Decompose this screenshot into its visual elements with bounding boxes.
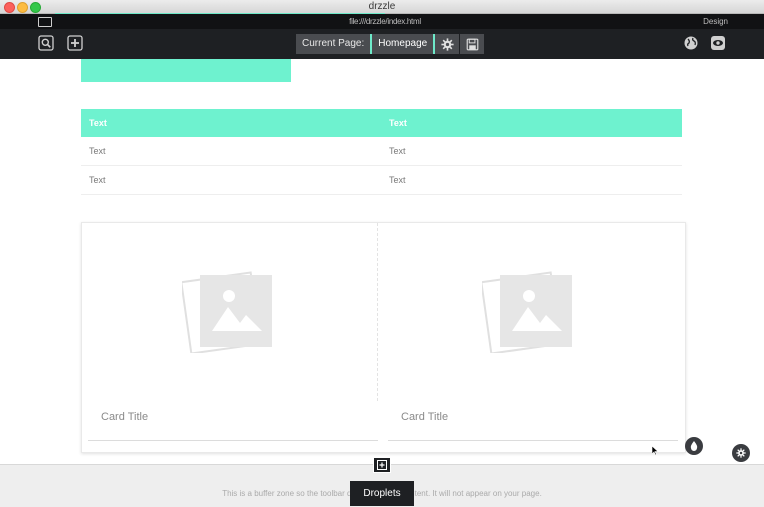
globe-icon[interactable] xyxy=(683,35,699,51)
current-page-label: Current Page: xyxy=(296,34,371,54)
hero-accent-block[interactable] xyxy=(81,59,291,82)
add-page-icon[interactable] xyxy=(67,35,83,51)
zoom-icon[interactable] xyxy=(38,35,54,51)
current-page-selector[interactable]: Homepage xyxy=(372,34,434,54)
add-element-button[interactable] xyxy=(373,457,391,473)
info-strip: file:///drzzle/index.html Design xyxy=(0,14,764,29)
window-titlebar: drzzle xyxy=(0,0,764,14)
table-cell: Text xyxy=(81,165,381,195)
table-row: Text Text xyxy=(81,165,682,195)
card-title: Card Title xyxy=(101,411,149,423)
data-table[interactable]: Text Text Text Text Text Text xyxy=(81,109,682,195)
table-cell: Text xyxy=(381,165,682,195)
image-placeholder-icon xyxy=(482,271,572,353)
window-title: drzzle xyxy=(368,1,396,12)
table-header-row: Text Text xyxy=(81,109,682,137)
droplet-icon xyxy=(690,441,698,451)
plus-icon xyxy=(377,460,387,470)
table-row: Text Text xyxy=(81,137,682,166)
card-divider xyxy=(88,440,378,441)
card[interactable]: Card Title xyxy=(82,223,378,441)
table-cell: Text xyxy=(381,137,682,166)
cards-section[interactable]: Card Title Card Title xyxy=(81,222,686,453)
card-title: Card Title xyxy=(401,411,449,423)
table-cell: Text xyxy=(81,137,381,166)
strip-right-text: Design xyxy=(703,17,728,26)
card-divider xyxy=(388,440,678,441)
settings-button[interactable] xyxy=(732,444,750,462)
strip-center-text: file:///drzzle/index.html xyxy=(349,17,421,26)
current-page-group: Current Page: Homepage xyxy=(296,34,485,54)
device-icon[interactable] xyxy=(38,17,52,27)
editor-toolbar: Current Page: Homepage xyxy=(0,29,764,59)
save-icon xyxy=(466,38,479,50)
card[interactable]: Card Title xyxy=(382,223,678,441)
droplets-tab[interactable]: Droplets xyxy=(350,481,414,506)
table-header-cell: Text xyxy=(81,109,381,137)
eye-icon[interactable] xyxy=(710,35,726,51)
gear-icon xyxy=(441,37,454,51)
save-page-button[interactable] xyxy=(460,34,485,54)
image-placeholder-icon xyxy=(182,271,272,353)
gear-icon xyxy=(736,448,746,458)
droplet-button[interactable] xyxy=(685,437,703,455)
mouse-cursor-icon xyxy=(652,446,658,455)
page-settings-button[interactable] xyxy=(435,34,460,54)
table-header-cell: Text xyxy=(381,109,682,137)
